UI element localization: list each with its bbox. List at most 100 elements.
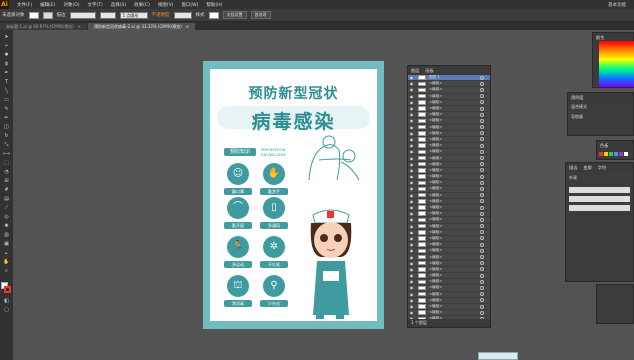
brush-tool-icon[interactable]: ✎ xyxy=(2,106,11,113)
status-popup[interactable] xyxy=(478,352,518,360)
target-icon[interactable] xyxy=(480,279,484,284)
target-icon[interactable] xyxy=(480,143,484,148)
menu-window[interactable]: 窗口(W) xyxy=(181,2,198,8)
swatch[interactable] xyxy=(619,152,623,156)
tab-layers[interactable]: 图层 xyxy=(411,66,419,75)
menu-file[interactable]: 文件(F) xyxy=(17,2,32,8)
eye-icon[interactable]: ◉ xyxy=(408,267,415,272)
swatch[interactable] xyxy=(609,152,613,156)
target-icon[interactable] xyxy=(480,248,484,253)
swatch[interactable] xyxy=(614,152,618,156)
target-icon[interactable] xyxy=(480,199,484,204)
menu-object[interactable]: 对象(O) xyxy=(63,2,79,8)
fill-swatch[interactable] xyxy=(28,11,39,19)
eye-icon[interactable]: ◉ xyxy=(408,211,415,216)
eye-icon[interactable]: ◉ xyxy=(408,94,415,99)
zoom-tool-icon[interactable]: ⌕ xyxy=(2,268,11,275)
target-icon[interactable] xyxy=(480,180,484,185)
close-icon[interactable]: × xyxy=(186,23,189,30)
selection-tool-icon[interactable]: ➤ xyxy=(2,34,11,41)
eye-icon[interactable]: ◉ xyxy=(408,304,415,309)
eye-icon[interactable]: ◉ xyxy=(408,186,415,191)
eye-icon[interactable]: ◉ xyxy=(408,87,415,92)
eyedropper-icon[interactable]: ⟋ xyxy=(2,205,11,212)
eye-icon[interactable]: ◉ xyxy=(408,131,415,136)
target-icon[interactable] xyxy=(480,261,484,266)
hand-tool-icon[interactable]: ✋ xyxy=(2,259,11,266)
rotate-tool-icon[interactable]: ↻ xyxy=(2,133,11,140)
eye-icon[interactable]: ◉ xyxy=(408,205,415,210)
target-icon[interactable] xyxy=(480,211,484,216)
target-icon[interactable] xyxy=(480,137,484,142)
eye-icon[interactable]: ◉ xyxy=(408,217,415,222)
target-icon[interactable] xyxy=(480,94,484,99)
tab-transform[interactable]: 变换 xyxy=(583,163,591,172)
target-icon[interactable] xyxy=(480,131,484,136)
scale-tool-icon[interactable]: ⤡ xyxy=(2,142,11,149)
target-icon[interactable] xyxy=(480,298,484,303)
target-icon[interactable] xyxy=(480,156,484,161)
property-field[interactable] xyxy=(569,205,630,211)
slice-tool-icon[interactable]: ⟀ xyxy=(2,250,11,257)
close-icon[interactable]: × xyxy=(78,23,81,30)
variable-width-select[interactable] xyxy=(99,11,116,19)
target-icon[interactable] xyxy=(480,273,484,278)
eye-icon[interactable]: ◉ xyxy=(408,143,415,148)
eye-icon[interactable]: ◉ xyxy=(408,156,415,161)
target-icon[interactable] xyxy=(480,217,484,222)
target-icon[interactable] xyxy=(480,81,484,86)
target-icon[interactable] xyxy=(480,267,484,272)
menu-effect[interactable]: 效果(C) xyxy=(134,2,150,8)
direct-selection-tool-icon[interactable]: ➢ xyxy=(2,43,11,50)
eye-icon[interactable]: ◉ xyxy=(408,180,415,185)
mesh-tool-icon[interactable]: # xyxy=(2,187,11,194)
free-transform-icon[interactable]: ⬚ xyxy=(2,160,11,167)
width-tool-icon[interactable]: ⟷ xyxy=(2,151,11,158)
eye-icon[interactable]: ◉ xyxy=(408,292,415,297)
pencil-tool-icon[interactable]: ✏ xyxy=(2,115,11,122)
property-field[interactable] xyxy=(569,196,630,202)
stroke-weight-select[interactable] xyxy=(69,11,96,19)
eye-icon[interactable]: ◉ xyxy=(408,310,415,315)
tab-character[interactable]: 字符 xyxy=(598,163,606,172)
eye-icon[interactable]: ◉ xyxy=(408,162,415,167)
target-icon[interactable] xyxy=(480,236,484,241)
eye-icon[interactable]: ◉ xyxy=(408,273,415,278)
target-icon[interactable] xyxy=(480,193,484,198)
tab-stroke[interactable]: 描边 xyxy=(569,163,577,172)
perspective-grid-icon[interactable]: ⊞ xyxy=(2,178,11,185)
brush-select[interactable]: 5 点圆形 xyxy=(119,11,148,19)
target-icon[interactable] xyxy=(480,205,484,210)
eye-icon[interactable]: ◉ xyxy=(408,279,415,284)
eye-icon[interactable]: ◉ xyxy=(408,298,415,303)
eye-icon[interactable]: ◉ xyxy=(408,242,415,247)
graph-tool-icon[interactable]: ▥ xyxy=(2,232,11,239)
eye-icon[interactable]: ◉ xyxy=(408,81,415,86)
eye-icon[interactable]: ◉ xyxy=(408,106,415,111)
lasso-icon[interactable]: ϕ xyxy=(2,61,11,68)
menu-select[interactable]: 选择(S) xyxy=(111,2,126,8)
target-icon[interactable] xyxy=(480,75,484,80)
target-icon[interactable] xyxy=(480,310,484,315)
swatch[interactable] xyxy=(604,152,608,156)
eye-icon[interactable]: ◉ xyxy=(408,112,415,117)
tab-poster[interactable]: 预防新型冠状病毒-2.ai @ 33.33% (CMYK/预览) × xyxy=(88,23,196,30)
doc-setup-button[interactable]: 文档设置 xyxy=(222,11,247,19)
eye-icon[interactable]: ◉ xyxy=(408,255,415,260)
tab-artboards[interactable]: 画板 xyxy=(425,66,433,75)
tab-transparency[interactable]: 透明度 xyxy=(571,93,584,102)
eye-icon[interactable]: ◉ xyxy=(408,193,415,198)
target-icon[interactable] xyxy=(480,285,484,290)
eye-icon[interactable]: ◉ xyxy=(408,137,415,142)
preferences-button[interactable]: 首选项 xyxy=(250,11,271,19)
eye-icon[interactable]: ◉ xyxy=(408,285,415,290)
eye-icon[interactable]: ◉ xyxy=(408,248,415,253)
eye-icon[interactable]: ◉ xyxy=(408,199,415,204)
target-icon[interactable] xyxy=(480,125,484,130)
target-icon[interactable] xyxy=(480,118,484,123)
pen-tool-icon[interactable]: ✒ xyxy=(2,70,11,77)
menu-type[interactable]: 文字(T) xyxy=(88,2,103,8)
opacity-input[interactable] xyxy=(173,11,192,19)
blend-tool-icon[interactable]: ◎ xyxy=(2,214,11,221)
eye-icon[interactable]: ◉ xyxy=(408,168,415,173)
